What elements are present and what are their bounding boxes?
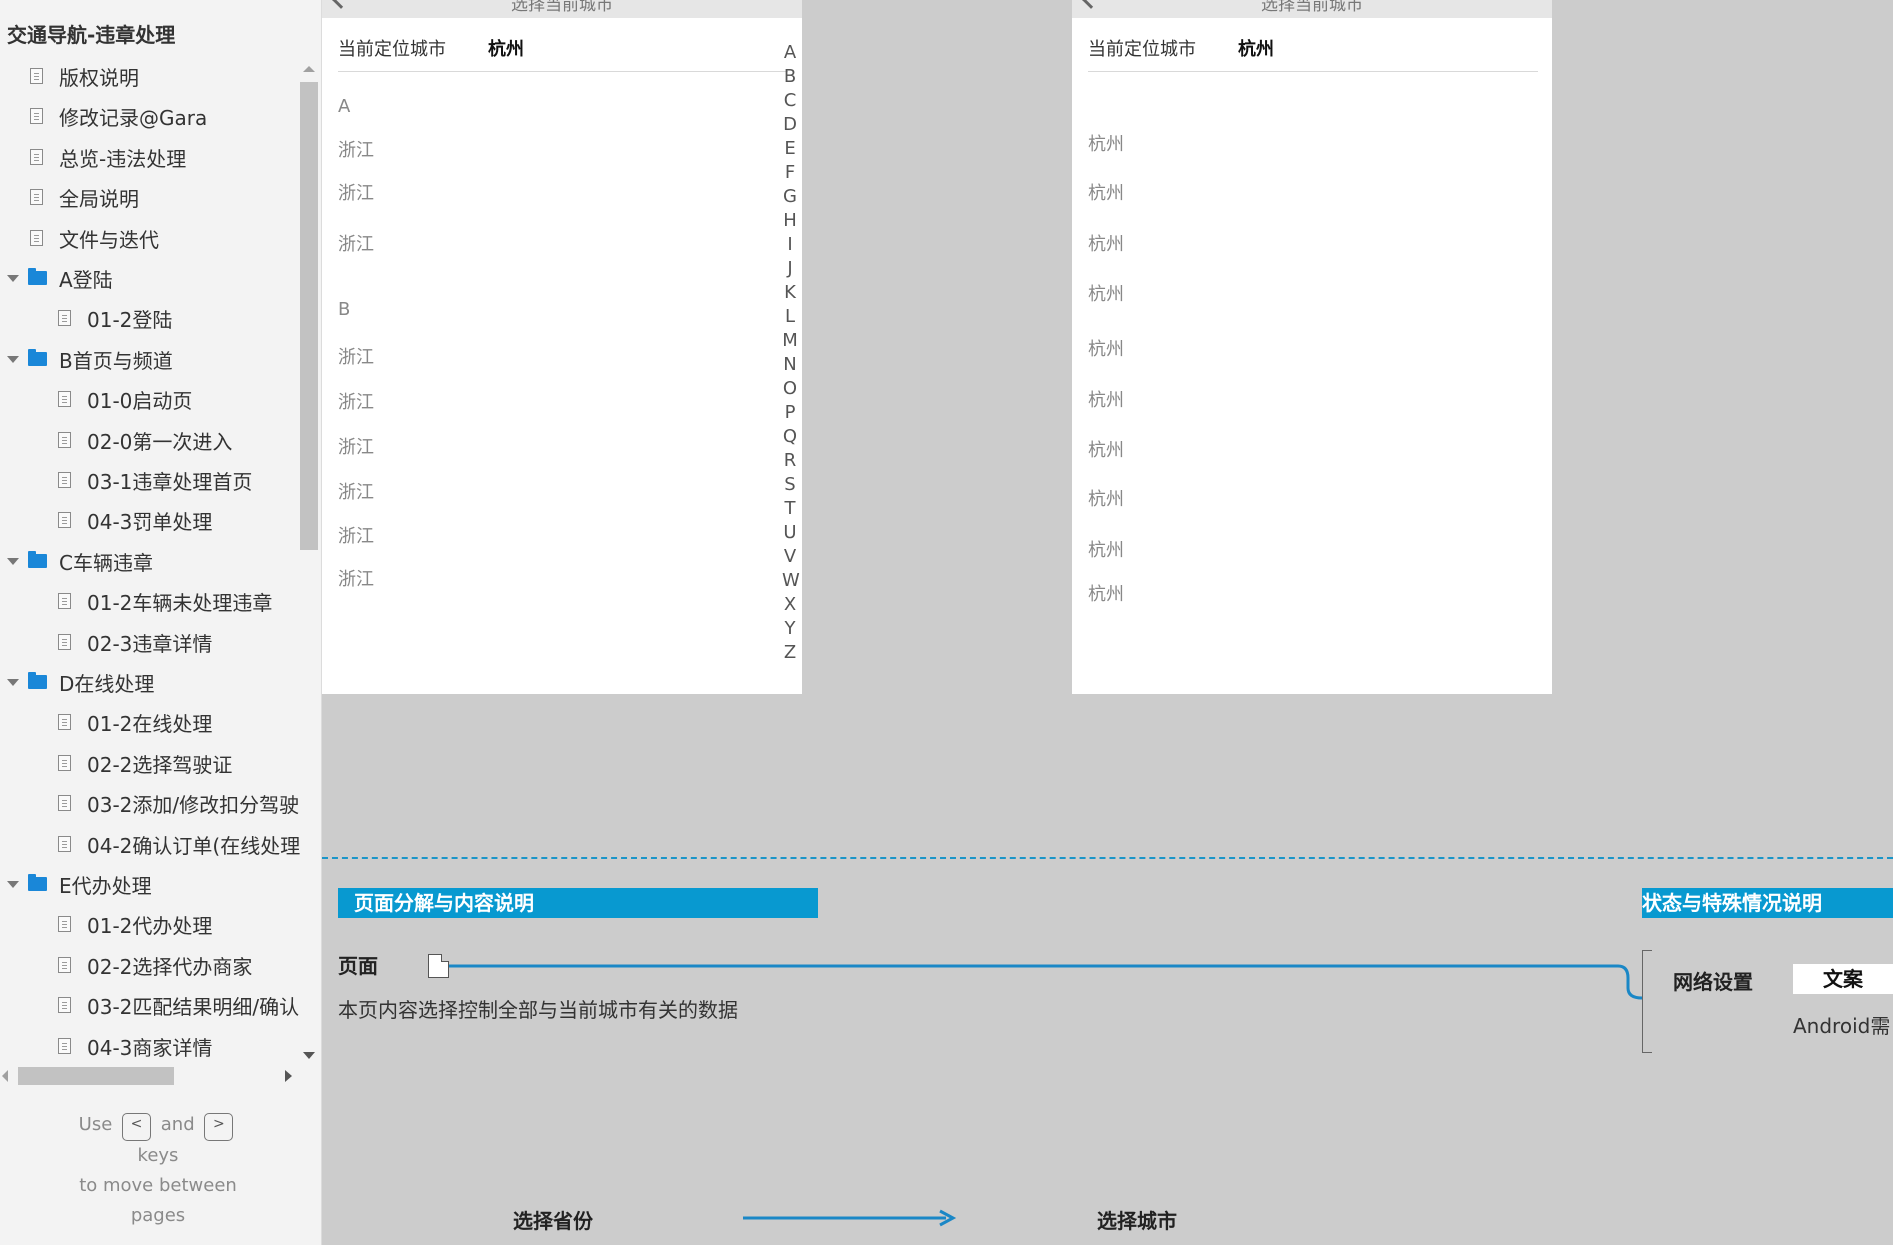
connector-lines <box>449 964 1643 1227</box>
flow-step-province: 选择省份 <box>513 1209 593 1233</box>
page-connector-line <box>449 964 1643 1000</box>
copy-label: 文案 <box>1793 964 1893 994</box>
android-note: Android需 <box>1793 1014 1891 1038</box>
network-settings-label: 网络设置 <box>1673 970 1753 994</box>
bracket <box>1642 950 1652 1053</box>
flow-step-city: 选择城市 <box>1097 1209 1177 1233</box>
